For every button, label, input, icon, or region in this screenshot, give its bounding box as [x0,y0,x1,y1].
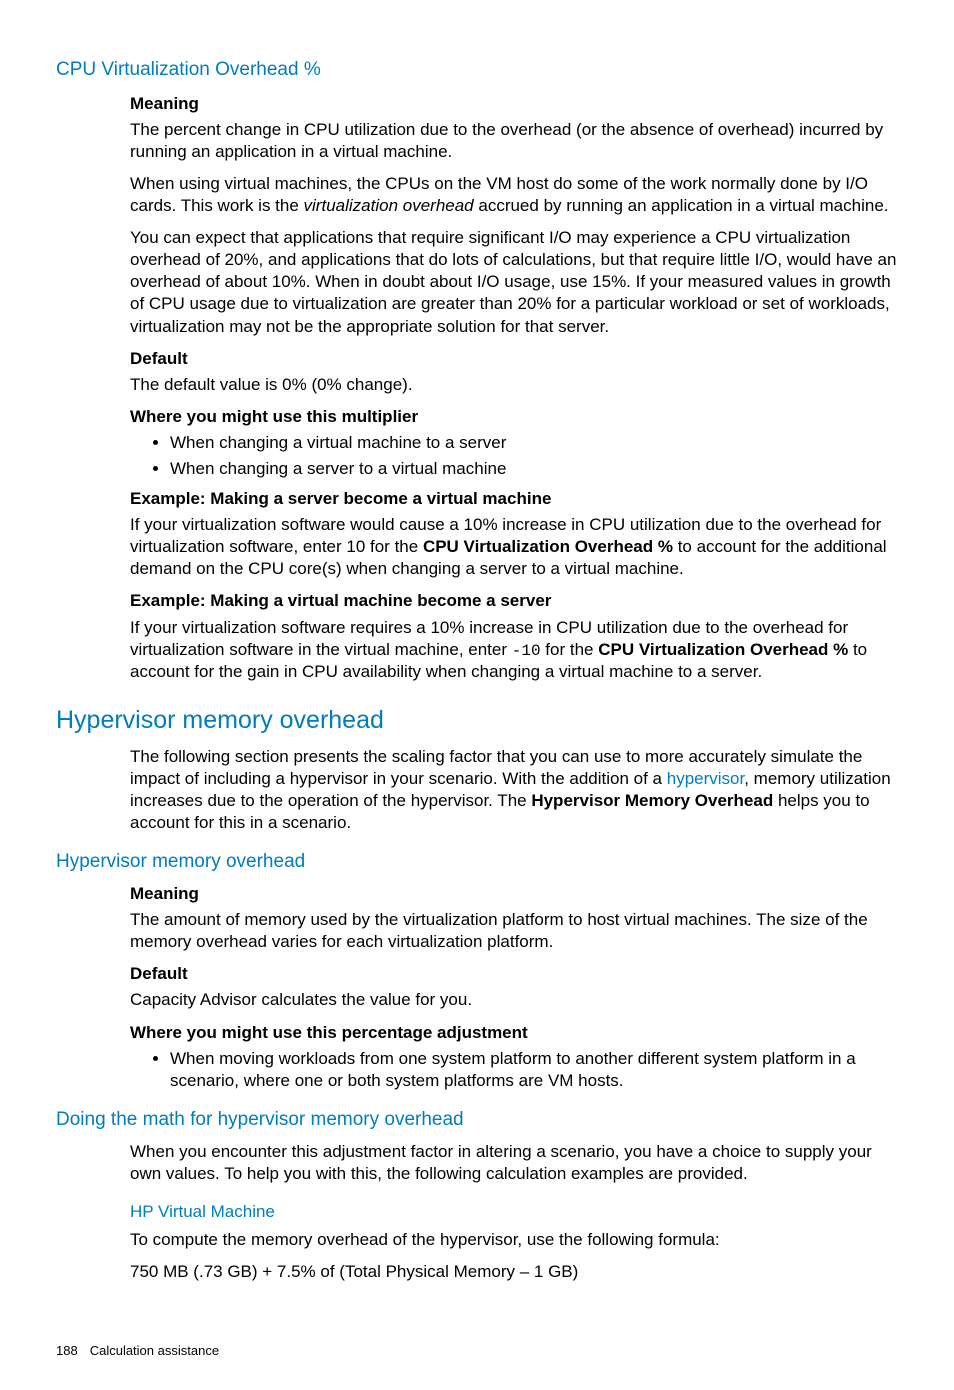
label-meaning: Meaning [130,883,904,905]
text-bold: CPU Virtualization Overhead % [423,537,673,556]
heading-hypervisor-memory-sub: Hypervisor memory overhead [56,850,904,875]
label-where: Where you might use this percentage adju… [130,1022,904,1044]
text-hypervisor-intro: The following section presents the scali… [130,746,904,834]
label-default: Default [130,348,904,370]
list-item: When changing a server to a virtual mach… [170,458,904,480]
label-meaning: Meaning [130,93,904,115]
section-cpu-virtualization-body: Meaning The percent change in CPU utiliz… [130,93,904,684]
heading-hypervisor-memory: Hypervisor memory overhead [56,704,904,737]
text-example-2: If your virtualization software requires… [130,617,904,684]
list-where: When moving workloads from one system pl… [130,1048,904,1092]
heading-hp-virtual-machine: HP Virtual Machine [130,1201,904,1223]
text-mono: -10 [512,642,541,660]
footer-section: Calculation assistance [90,1343,219,1358]
text-hp-vm-formula: 750 MB (.73 GB) + 7.5% of (Total Physica… [130,1261,904,1283]
text-bold: Hypervisor Memory Overhead [531,791,773,810]
heading-cpu-virtualization: CPU Virtualization Overhead % [56,58,904,83]
text-hp-vm-p1: To compute the memory overhead of the hy… [130,1229,904,1251]
text-example-1: If your virtualization software would ca… [130,514,904,580]
text-meaning-p3: You can expect that applications that re… [130,227,904,337]
text-doing-math-intro: When you encounter this adjustment facto… [130,1141,904,1185]
text-fragment: for the [541,640,599,659]
page-number: 188 [56,1343,78,1358]
section-hp-vm-body: To compute the memory overhead of the hy… [130,1229,904,1283]
list-where: When changing a virtual machine to a ser… [130,432,904,480]
label-default: Default [130,963,904,985]
text-bold: CPU Virtualization Overhead % [598,640,848,659]
text-meaning-p1: The percent change in CPU utilization du… [130,119,904,163]
section-hypervisor-intro: The following section presents the scali… [130,746,904,834]
text-meaning: The amount of memory used by the virtual… [130,909,904,953]
heading-doing-math: Doing the math for hypervisor memory ove… [56,1108,904,1133]
label-example-1: Example: Making a server become a virtua… [130,488,904,510]
text-default: The default value is 0% (0% change). [130,374,904,396]
text-meaning-p2: When using virtual machines, the CPUs on… [130,173,904,217]
page-footer: 188 Calculation assistance [56,1343,904,1360]
list-item: When changing a virtual machine to a ser… [170,432,904,454]
section-doing-math-body: When you encounter this adjustment facto… [130,1141,904,1185]
text-italic: virtualization overhead [304,196,474,215]
link-hypervisor[interactable]: hypervisor [667,769,744,788]
list-item: When moving workloads from one system pl… [170,1048,904,1092]
text-default: Capacity Advisor calculates the value fo… [130,989,904,1011]
section-hypervisor-sub-body: Meaning The amount of memory used by the… [130,883,904,1092]
text-fragment: accrued by running an application in a v… [474,196,889,215]
label-example-2: Example: Making a virtual machine become… [130,590,904,612]
label-where: Where you might use this multiplier [130,406,904,428]
